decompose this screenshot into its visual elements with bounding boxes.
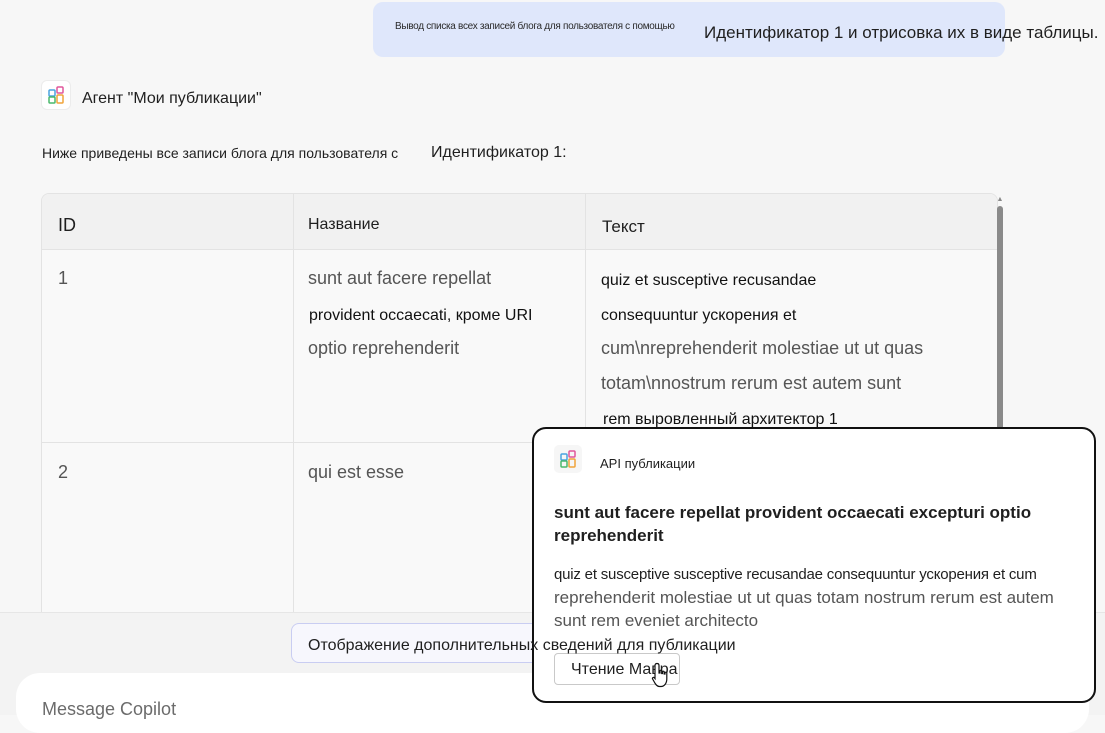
suggestion-label[interactable]: Отображение дополнительных сведений для … (308, 637, 736, 655)
column-divider (293, 194, 294, 624)
agent-name: Агент "Мои публикации" (82, 90, 262, 107)
user-message-text-part-b: Идентификатор 1 и отрисовка их в виде та… (704, 23, 1099, 42)
cell-text-line: consequuntur ускорения et (601, 307, 797, 324)
scroll-up-arrow-icon[interactable]: ▲ (996, 196, 1004, 204)
message-input-placeholder: Message Copilot (42, 699, 177, 719)
cell-text-line: cum\nreprehenderit molestiae ut ut quas (601, 338, 924, 358)
header-title: Название (308, 216, 380, 233)
card-app-name: API публикации (600, 456, 696, 471)
cell-title-line: qui est esse (308, 462, 405, 482)
user-message-text-part-a: Вывод списка всех записей блога для поль… (395, 21, 675, 32)
card-body-line: quiz et susceptive susceptive recusandae… (554, 566, 1037, 583)
cell-title-line: optio reprehenderit (308, 338, 460, 358)
card-title: sunt aut facere repellat provident occae… (554, 503, 1032, 545)
header-id: ID (58, 215, 76, 235)
response-intro-part-a: Ниже приведены все записи блога для поль… (42, 145, 399, 161)
cell-text-line: totam\nnostrum rerum est autem sunt (601, 373, 902, 393)
apps-grid-icon (554, 445, 582, 473)
cell-title-line: provident occaecati, кроме URI (309, 307, 533, 324)
cell-title-line: sunt aut facere repellat (308, 268, 492, 288)
apps-grid-icon (42, 81, 70, 109)
cell-id: 2 (58, 462, 69, 482)
table-header-row (42, 194, 997, 250)
cell-id: 1 (58, 268, 69, 288)
response-intro-part-b: Идентификатор 1: (431, 144, 567, 161)
user-message-bubble: Вывод списка всех записей блога для поль… (373, 2, 1098, 57)
header-text: Текст (602, 217, 645, 236)
post-hover-card: API публикации sunt aut facere repellat … (532, 427, 1096, 703)
cell-text-line: quiz et susceptive recusandae (601, 272, 817, 289)
hand-cursor-icon (651, 662, 671, 688)
card-body-continuation: reprehenderit molestiae ut ut quas totam… (554, 588, 1054, 630)
